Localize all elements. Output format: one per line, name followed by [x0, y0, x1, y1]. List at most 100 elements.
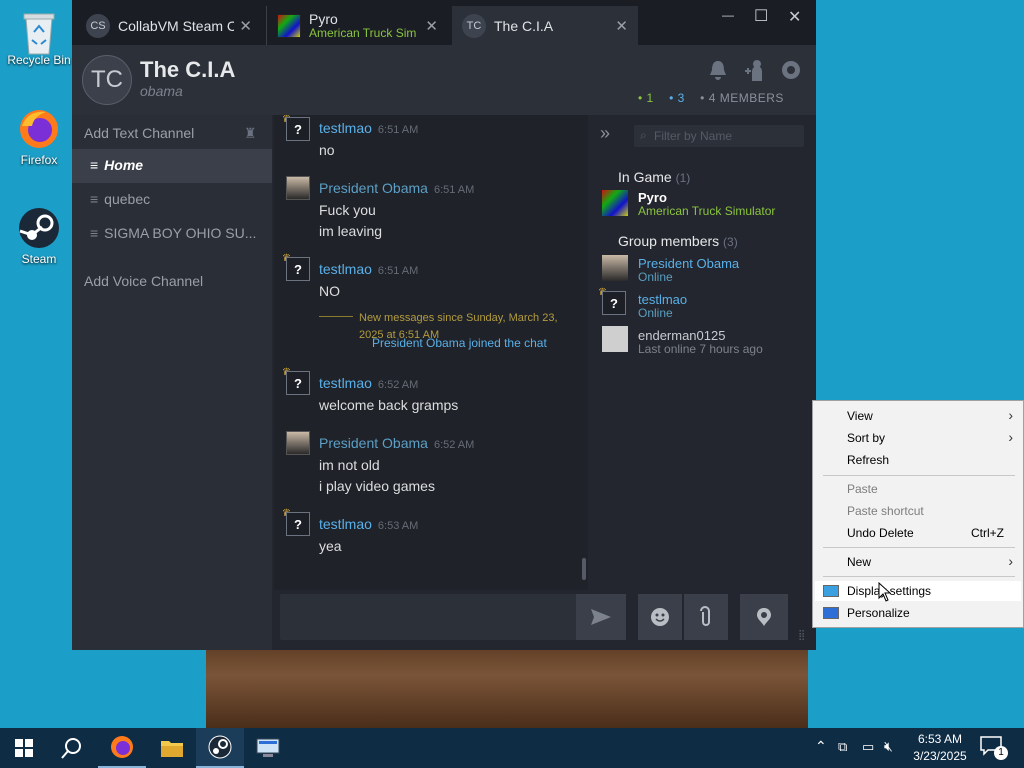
message-author[interactable]: testlmao 6:53 AM	[319, 516, 418, 532]
bell-icon[interactable]	[708, 59, 728, 84]
tab-avatar: CS	[86, 13, 110, 38]
recycle-bin-icon	[18, 8, 60, 55]
chat-input-bar: ⣿	[274, 590, 816, 650]
taskbar-app[interactable]	[244, 728, 292, 768]
add-text-channel[interactable]: Add Text Channel	[84, 125, 194, 141]
message-text: yea	[319, 538, 342, 554]
tab-pyro[interactable]: Pyro American Truck Sim ✕	[266, 6, 448, 45]
message-author[interactable]: testlmao 6:51 AM	[319, 261, 418, 277]
new-messages-divider-line	[319, 316, 353, 317]
menu-shortcut: Ctrl+Z	[971, 526, 1004, 540]
join-notice: President Obama joined the chat	[372, 336, 547, 350]
taskbar-file-explorer[interactable]	[148, 728, 196, 768]
avatar[interactable]: ?	[602, 291, 626, 315]
chat-scrollbar[interactable]	[582, 558, 586, 580]
start-button[interactable]	[0, 728, 48, 768]
member-name[interactable]: enderman0125	[638, 328, 725, 343]
pyro-avatar	[277, 13, 301, 38]
clock-time: 6:53 AM	[917, 732, 963, 746]
taskbar-firefox[interactable]	[98, 728, 146, 768]
avatar[interactable]	[602, 190, 628, 216]
channel-item-sigma[interactable]: ≡ SIGMA BOY OHIO SU...	[90, 225, 256, 241]
member-status: Last online 7 hours ago	[638, 342, 763, 356]
attach-button[interactable]	[684, 594, 728, 640]
message-input[interactable]	[280, 594, 626, 640]
member-name[interactable]: testlmao	[638, 292, 687, 307]
menu-item-paste-shortcut: Paste shortcut	[847, 504, 924, 518]
microphone-icon	[757, 608, 771, 626]
menu-item-view[interactable]: View	[847, 409, 873, 423]
avatar	[286, 431, 310, 455]
clock[interactable]: 6:53 AM 3/23/2025	[908, 731, 972, 765]
network-icon[interactable]: ⧉	[838, 739, 847, 755]
tab-subtitle: American Truck Sim	[309, 25, 417, 40]
message-author[interactable]: testlmao 6:52 AM	[319, 375, 418, 391]
send-button[interactable]	[576, 594, 626, 640]
mouse-cursor-icon	[878, 581, 892, 605]
menu-item-refresh[interactable]: Refresh	[847, 453, 889, 467]
close-tab-icon[interactable]: ✕	[425, 17, 438, 35]
taskbar: ⌃ ⧉ ▭ 🔇︎ 6:53 AM 3/23/2025 1	[0, 728, 1024, 768]
resize-grip-icon[interactable]: ⣿	[798, 630, 805, 641]
member-status: American Truck Simulator	[638, 204, 776, 218]
tab-avatar: TC	[462, 13, 486, 38]
member-status: Online	[638, 270, 673, 284]
member-name[interactable]: Pyro	[638, 190, 667, 205]
gear-icon[interactable]	[780, 59, 802, 84]
channel-sidebar: Add Text Channel ♜ ≡ Home ≡ quebec ≡ SIGMA …	[72, 115, 272, 650]
desktop-icon-firefox[interactable]: Firefox	[4, 108, 74, 167]
steam-chat-window: CS CollabVM Steam C ✕ Pyro American Truc…	[72, 0, 816, 650]
tab-the-cia[interactable]: TC The C.I.A ✕	[452, 6, 638, 45]
folder-icon	[161, 741, 183, 757]
smiley-icon	[651, 608, 669, 626]
channel-hash-icon: ≡	[90, 191, 99, 207]
message-author[interactable]: President Obama 6:51 AM	[319, 180, 474, 196]
tab-collabvm[interactable]: CS CollabVM Steam C ✕	[76, 6, 262, 45]
menu-separator	[823, 475, 1015, 476]
collapse-members-icon[interactable]: »	[600, 123, 610, 144]
message-author[interactable]: testlmao 6:51 AM	[319, 120, 418, 136]
menu-item-undo-delete[interactable]: Undo Delete	[847, 526, 914, 540]
member-filter[interactable]: ⌕ Filter by Name	[634, 125, 804, 147]
close-tab-icon[interactable]: ✕	[615, 17, 628, 35]
volume-muted-icon[interactable]: 🔇︎	[884, 738, 893, 755]
wallpaper-photo	[206, 640, 808, 728]
menu-item-sort-by[interactable]: Sort by	[847, 431, 885, 445]
avatar[interactable]	[602, 255, 628, 281]
emoji-button[interactable]	[638, 594, 682, 640]
close-window-button[interactable]: ✕	[788, 7, 801, 27]
menu-item-personalize[interactable]: Personalize	[847, 606, 910, 620]
group-members-header: Group members (3)	[618, 233, 738, 249]
personalize-icon	[823, 607, 839, 619]
message-author[interactable]: President Obama 6:52 AM	[319, 435, 474, 451]
channel-item-quebec[interactable]: ≡ quebec	[90, 191, 150, 207]
ethernet-icon[interactable]: ▭	[862, 739, 874, 755]
add-voice-channel[interactable]: Add Voice Channel	[84, 273, 203, 289]
search-button[interactable]	[48, 728, 96, 768]
channel-settings-icon[interactable]: ♜	[244, 125, 257, 142]
member-stats: • 1 • 3 • 4 MEMBERS	[638, 91, 784, 105]
menu-item-new[interactable]: New	[847, 555, 871, 569]
chevron-right-icon: ›	[1008, 429, 1013, 445]
avatar[interactable]	[602, 326, 628, 352]
menu-separator	[823, 547, 1015, 548]
desktop-icon-label: Steam	[21, 252, 57, 266]
voice-button[interactable]	[740, 594, 788, 640]
member-name[interactable]: President Obama	[638, 256, 739, 271]
close-tab-icon[interactable]: ✕	[239, 17, 252, 35]
group-tagline: obama	[140, 83, 183, 99]
desktop-icon-steam[interactable]: Steam	[4, 207, 74, 266]
paperclip-icon	[700, 606, 710, 626]
taskbar-steam[interactable]	[196, 728, 244, 768]
channel-name: quebec	[104, 191, 151, 207]
show-hidden-icons[interactable]: ⌃	[815, 738, 827, 755]
channel-item-home[interactable]: ≡ Home	[90, 157, 143, 173]
minimize-button[interactable]: —	[722, 8, 734, 22]
tab-title: CollabVM Steam C	[118, 17, 234, 34]
desktop-icon-recycle-bin[interactable]: Recycle Bin	[4, 8, 74, 67]
add-member-icon[interactable]	[744, 59, 766, 86]
firefox-icon	[18, 108, 60, 150]
action-center-button[interactable]: 1	[980, 736, 1008, 760]
maximize-button[interactable]: ☐	[754, 6, 768, 26]
firefox-icon	[111, 736, 133, 758]
